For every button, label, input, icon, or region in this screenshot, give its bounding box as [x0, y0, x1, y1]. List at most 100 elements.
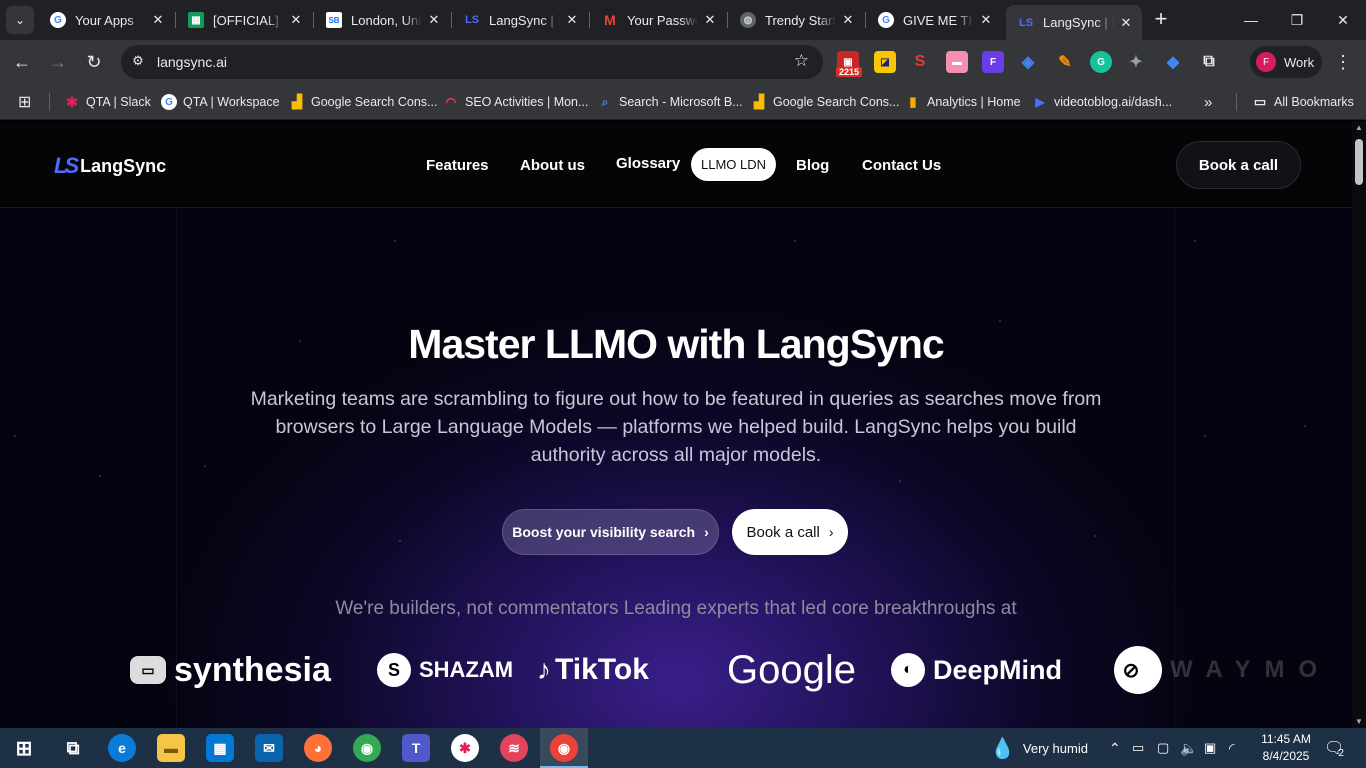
bookmark-qta-workspace[interactable]: G QTA | Workspace [161, 92, 280, 112]
task-view-icon[interactable]: ⧉ [59, 734, 87, 762]
bookmark-microsoft-bing[interactable]: ⌕ Search - Microsoft B... [597, 92, 743, 112]
profile-label: Work [1284, 54, 1315, 70]
forward-button[interactable]: → [44, 48, 72, 76]
apps-grid-icon[interactable]: ⊞ [18, 92, 31, 112]
scroll-down-icon[interactable]: ▼ [1355, 717, 1363, 726]
scroll-thumb[interactable] [1355, 139, 1363, 185]
all-bookmarks-button[interactable]: ▭ All Bookmarks [1252, 92, 1354, 112]
slack-taskbar-icon[interactable]: ✱ [451, 734, 479, 762]
tab-passwords[interactable]: M Your Passwo ✕ [590, 5, 726, 35]
deepmind-logo: ◐ DeepMind [891, 641, 1062, 699]
grammarly-icon[interactable]: G [1090, 51, 1112, 73]
logo-text: LangSync [80, 155, 167, 176]
nav-glossary[interactable]: Glossary [616, 155, 680, 172]
reload-button[interactable]: ↻ [80, 48, 108, 76]
bookmark-analytics[interactable]: ▮ Analytics | Home [905, 92, 1020, 112]
nav-contact-us[interactable]: Contact Us [862, 157, 941, 174]
tag-extension-icon[interactable]: ◈ [1017, 51, 1039, 73]
tab-trendy-startup[interactable]: ◍ Trendy Startu ✕ [728, 5, 864, 35]
extension-pink-icon[interactable]: ▬ [946, 51, 968, 73]
security-icon[interactable]: ▣ [1204, 728, 1216, 768]
weather-widget[interactable]: 💧 Very humid [990, 728, 1088, 768]
waymo-logo: ⊘ WAYMO [1114, 641, 1331, 699]
close-tab-icon[interactable]: ✕ [978, 12, 994, 28]
bookmark-search-console-1[interactable]: ▟ Google Search Cons... [289, 92, 437, 112]
book-call-button[interactable]: Book a call › [732, 509, 848, 555]
extension-gray-icon[interactable]: ✦ [1125, 51, 1147, 73]
site-info-icon[interactable]: ⚙ [129, 53, 147, 71]
nav-features[interactable]: Features [426, 157, 489, 174]
chrome-menu-icon[interactable]: ⋮ [1334, 52, 1352, 73]
close-tab-icon[interactable]: ✕ [840, 12, 856, 28]
nav-blog[interactable]: Blog [796, 157, 829, 174]
chrome-profile-icon[interactable]: ◉ [353, 734, 381, 762]
extensions-puzzle-icon[interactable]: ⧉ [1198, 51, 1220, 73]
mail-icon[interactable]: ✉ [255, 734, 283, 762]
bookmark-search-console-2[interactable]: ▟ Google Search Cons... [751, 92, 899, 112]
teams-icon[interactable]: T [402, 734, 430, 762]
scroll-up-icon[interactable]: ▲ [1355, 123, 1363, 132]
close-window-button[interactable]: ✕ [1320, 0, 1366, 40]
file-explorer-icon[interactable]: ▬ [157, 734, 185, 762]
tab-give-me-the[interactable]: G GIVE ME THE ✕ [866, 5, 1002, 35]
monday-icon: ◠ [445, 95, 457, 109]
monday-taskbar-icon[interactable]: ≋ [500, 734, 528, 762]
close-tab-icon[interactable]: ✕ [288, 12, 304, 28]
globe-icon: ◍ [740, 12, 756, 28]
close-tab-icon[interactable]: ✕ [426, 12, 442, 28]
tab-london[interactable]: SB London, Unit ✕ [314, 5, 450, 35]
restore-button[interactable]: ❐ [1274, 0, 1320, 40]
brand-logo-strip: ▭ synthesia S SHAZAM ♪ TikTok Google ◐ D… [0, 641, 1352, 701]
site-logo[interactable]: LS LangSync [54, 153, 166, 179]
tray-overflow-icon[interactable]: ⌃ [1109, 728, 1121, 768]
extension-yellow-icon[interactable]: ◪ [874, 51, 896, 73]
meet-now-icon[interactable]: ▢ [1157, 728, 1169, 768]
clock-date: 8/4/2025 [1262, 749, 1310, 763]
search-console-icon: ▟ [754, 94, 764, 109]
notifications-icon[interactable]: 🗨 2 [1324, 728, 1344, 768]
address-bar[interactable]: ⚙ langsync.ai ☆ [121, 45, 823, 79]
bookmark-star-icon[interactable]: ☆ [794, 51, 809, 71]
tab-your-apps[interactable]: G Your Apps ✕ [38, 5, 174, 35]
pen-extension-icon[interactable]: ✎ [1054, 51, 1076, 73]
tab-official-la[interactable]: ▦ [OFFICIAL] La ✕ [176, 5, 312, 35]
tiktok-logo: ♪ TikTok [537, 653, 649, 686]
firefox-icon[interactable]: ◕ [304, 734, 332, 762]
nav-about-us[interactable]: About us [520, 157, 585, 174]
seo-extension-icon[interactable]: S [909, 51, 931, 73]
wifi-icon[interactable]: ◜ [1229, 728, 1234, 768]
profile-button[interactable]: F Work [1250, 46, 1322, 78]
new-tab-button[interactable]: + [1150, 8, 1172, 32]
battery-icon[interactable]: ▭ [1132, 728, 1144, 768]
chrome-taskbar-icon[interactable]: ◉ [550, 734, 578, 762]
clock[interactable]: 11:45 AM 8/4/2025 [1258, 731, 1314, 765]
close-tab-icon[interactable]: ✕ [564, 12, 580, 28]
clock-time: 11:45 AM [1261, 732, 1311, 746]
back-button[interactable]: ← [8, 48, 36, 76]
sb-icon: SB [326, 12, 342, 28]
bookmark-videotoblog[interactable]: ▶ videotoblog.ai/dash... [1032, 92, 1172, 112]
tab-langsync-active[interactable]: LS LangSync | La ✕ [1006, 5, 1142, 40]
header-book-call-button[interactable]: Book a call [1176, 141, 1301, 189]
close-tab-icon[interactable]: ✕ [150, 12, 166, 28]
bookmark-seo-activities[interactable]: ◠ SEO Activities | Mon... [443, 92, 589, 112]
page-scrollbar[interactable]: ▲ ▼ [1352, 121, 1366, 728]
bookmark-qta-slack[interactable]: ✱ QTA | Slack [64, 92, 151, 112]
start-icon[interactable]: ⊞ [10, 734, 38, 762]
boost-visibility-button[interactable]: Boost your visibility search › [502, 509, 719, 555]
store-icon[interactable]: ▦ [206, 734, 234, 762]
edge-icon[interactable]: e [108, 734, 136, 762]
close-tab-icon[interactable]: ✕ [702, 12, 718, 28]
more-bookmarks-icon[interactable]: » [1204, 92, 1212, 112]
url-text[interactable]: langsync.ai [157, 54, 227, 70]
tab-title: GIVE ME THE [903, 12, 974, 28]
tab-search-button[interactable]: ⌄ [6, 6, 34, 34]
tab-title: LangSync | La [1043, 15, 1114, 30]
volume-icon[interactable]: 🔈 [1180, 728, 1197, 768]
tab-langsync-1[interactable]: LS LangSync | La ✕ [452, 5, 588, 35]
minimize-button[interactable]: — [1228, 0, 1274, 40]
extension-purple-icon[interactable]: F [982, 51, 1004, 73]
nav-llmo-ldn[interactable]: LLMO LDN [691, 148, 776, 181]
extension-blue-icon[interactable]: ◆ [1162, 51, 1184, 73]
close-tab-icon[interactable]: ✕ [1118, 15, 1134, 31]
